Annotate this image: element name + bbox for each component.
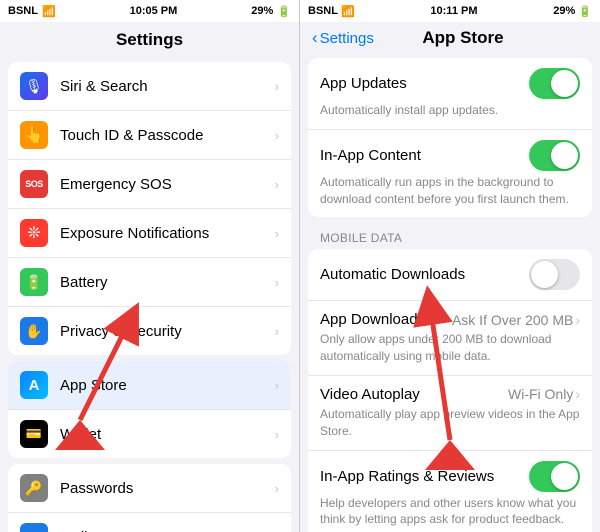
appstore-chevron: › xyxy=(275,378,279,393)
appstore-label: App Store xyxy=(60,377,275,394)
left-battery: 29% xyxy=(251,5,273,17)
right-row-autodownloads: Automatic Downloads xyxy=(308,249,592,301)
right-battery-icon: 🔋 xyxy=(578,5,592,18)
right-row-appdownloads[interactable]: App Downloads Ask If Over 200 MB › Only … xyxy=(308,301,592,376)
autodownloads-label: Automatic Downloads xyxy=(320,266,465,283)
back-button[interactable]: ‹ Settings xyxy=(312,28,374,48)
settings-row-sos[interactable]: SOS Emergency SOS › xyxy=(8,160,291,209)
right-section-1: App Updates Automatically install app up… xyxy=(308,58,592,217)
right-row-videoautoplay[interactable]: Video Autoplay Wi-Fi Only › Automaticall… xyxy=(308,376,592,451)
touchid-chevron: › xyxy=(275,128,279,143)
appdownloads-value-text: Ask If Over 200 MB xyxy=(452,312,573,328)
left-time: 10:05 PM xyxy=(130,5,178,17)
right-battery-text: 29% xyxy=(553,5,575,17)
videoautoplay-label: Video Autoplay xyxy=(320,386,420,403)
exposure-icon: ❊ xyxy=(20,219,48,247)
sos-icon: SOS xyxy=(20,170,48,198)
right-row-inappratings: In-App Ratings & Reviews Help developers… xyxy=(308,451,592,532)
settings-row-wallet[interactable]: 💳 Wallet › xyxy=(8,410,291,458)
left-status-carrier: BSNL 📶 xyxy=(8,5,56,18)
appdownloads-value: Ask If Over 200 MB › xyxy=(452,312,580,328)
appupdates-toggle[interactable] xyxy=(529,68,580,99)
inappratings-desc: Help developers and other users know wha… xyxy=(320,495,580,529)
left-title: Settings xyxy=(116,30,183,49)
right-section-2: Automatic Downloads App Downloads Ask If… xyxy=(308,249,592,532)
right-time: 10:11 PM xyxy=(430,5,477,17)
mail-label: Mail xyxy=(60,529,275,532)
battery-chevron: › xyxy=(275,275,279,290)
left-nav-header: Settings xyxy=(0,22,299,56)
right-row-inappcontent: In-App Content Automatically run apps in… xyxy=(308,130,592,218)
back-label: Settings xyxy=(320,30,374,47)
mail-icon: ✉️ xyxy=(20,523,48,532)
exposure-chevron: › xyxy=(275,226,279,241)
settings-list[interactable]: 🎙 Siri & Search › 👆 Touch ID & Passcode … xyxy=(0,56,299,532)
settings-row-battery[interactable]: 🔋 Battery › xyxy=(8,258,291,307)
sos-chevron: › xyxy=(275,177,279,192)
settings-row-touchid[interactable]: 👆 Touch ID & Passcode › xyxy=(8,111,291,160)
left-panel: BSNL 📶 10:05 PM 29% 🔋 Settings 🎙 Siri & … xyxy=(0,0,300,532)
touchid-icon: 👆 xyxy=(20,121,48,149)
passwords-icon: 🔑 xyxy=(20,474,48,502)
right-panel: BSNL 📶 10:11 PM 29% 🔋 ‹ Settings App Sto… xyxy=(300,0,600,532)
settings-group-1: 🎙 Siri & Search › 👆 Touch ID & Passcode … xyxy=(8,62,291,355)
battery-icon: 🔋 xyxy=(277,5,291,18)
right-nav-header: ‹ Settings App Store xyxy=(300,22,600,54)
settings-row-privacy[interactable]: ✋ Privacy & Security › xyxy=(8,307,291,355)
wifi-icon: 📶 xyxy=(42,5,56,18)
appupdates-label: App Updates xyxy=(320,75,407,92)
settings-group-3: 🔑 Passwords › ✉️ Mail › 👤 Contacts › xyxy=(8,464,291,532)
settings-group-2: A App Store › 💳 Wallet › xyxy=(8,361,291,458)
inappcontent-desc: Automatically run apps in the background… xyxy=(320,174,580,208)
videoautoplay-desc: Automatically play app preview videos in… xyxy=(320,406,580,440)
battery-label: Battery xyxy=(60,274,275,291)
appupdates-desc: Automatically install app updates. xyxy=(320,102,580,119)
privacy-label: Privacy & Security xyxy=(60,323,275,340)
battery-icon-row: 🔋 xyxy=(20,268,48,296)
privacy-icon: ✋ xyxy=(20,317,48,345)
left-status-right: 29% 🔋 xyxy=(251,5,291,18)
carrier-text: BSNL xyxy=(8,5,38,17)
right-nav-title: App Store xyxy=(378,28,548,48)
wallet-icon: 💳 xyxy=(20,420,48,448)
settings-row-appstore[interactable]: A App Store › xyxy=(8,361,291,410)
wallet-chevron: › xyxy=(275,427,279,442)
passwords-label: Passwords xyxy=(60,480,275,497)
settings-row-mail[interactable]: ✉️ Mail › xyxy=(8,513,291,532)
mobile-data-header: MOBILE DATA xyxy=(308,225,592,249)
settings-row-siri[interactable]: 🎙 Siri & Search › xyxy=(8,62,291,111)
inappratings-label: In-App Ratings & Reviews xyxy=(320,468,494,485)
settings-row-passwords[interactable]: 🔑 Passwords › xyxy=(8,464,291,513)
inappcontent-label: In-App Content xyxy=(320,147,421,164)
siri-icon: 🎙 xyxy=(20,72,48,100)
right-carrier-text: BSNL xyxy=(308,5,338,17)
exposure-label: Exposure Notifications xyxy=(60,225,275,242)
touchid-label: Touch ID & Passcode xyxy=(60,127,275,144)
siri-chevron: › xyxy=(275,79,279,94)
sos-label: Emergency SOS xyxy=(60,176,275,193)
autodownloads-toggle[interactable] xyxy=(529,259,580,290)
settings-row-exposure[interactable]: ❊ Exposure Notifications › xyxy=(8,209,291,258)
back-chevron-icon: ‹ xyxy=(312,28,318,48)
appstore-icon: A xyxy=(20,371,48,399)
siri-label: Siri & Search xyxy=(60,78,275,95)
privacy-chevron: › xyxy=(275,324,279,339)
right-content[interactable]: App Updates Automatically install app up… xyxy=(300,54,600,532)
wallet-label: Wallet xyxy=(60,426,275,443)
right-status-bar: BSNL 📶 10:11 PM 29% 🔋 xyxy=(300,0,600,22)
appdownloads-chevron: › xyxy=(575,312,580,328)
inappcontent-toggle[interactable] xyxy=(529,140,580,171)
right-wifi-icon: 📶 xyxy=(341,5,355,18)
videoautoplay-value: Wi-Fi Only › xyxy=(508,386,580,402)
appdownloads-label: App Downloads xyxy=(320,311,425,328)
passwords-chevron: › xyxy=(275,481,279,496)
inappratings-toggle[interactable] xyxy=(529,461,580,492)
right-battery-group: 29% 🔋 xyxy=(553,5,592,18)
videoautoplay-value-text: Wi-Fi Only xyxy=(508,386,573,402)
left-status-bar: BSNL 📶 10:05 PM 29% 🔋 xyxy=(0,0,299,22)
videoautoplay-chevron: › xyxy=(575,386,580,402)
appdownloads-desc: Only allow apps under 200 MB to download… xyxy=(320,331,580,365)
right-carrier: BSNL 📶 xyxy=(308,5,355,18)
right-row-appupdates: App Updates Automatically install app up… xyxy=(308,58,592,130)
